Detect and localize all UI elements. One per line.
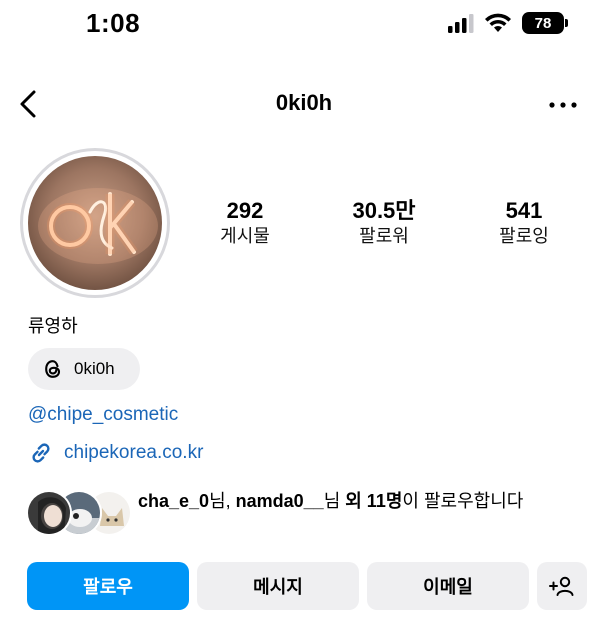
website-url: chipekorea.co.kr bbox=[64, 442, 204, 463]
followed-by-row[interactable]: cha_e_0님, namda0__님 외 11명이 팔로우합니다 bbox=[26, 488, 586, 544]
following-stat[interactable]: 541 팔로잉 bbox=[469, 198, 579, 248]
username-title: 0ki0h bbox=[275, 90, 333, 115]
mutual-others[interactable]: 외 11명 bbox=[345, 491, 402, 511]
display-name: 류영하 bbox=[28, 316, 78, 336]
mutual-avatar bbox=[26, 490, 72, 536]
posts-label: 게시물 bbox=[220, 226, 270, 246]
threads-handle: 0ki0h bbox=[74, 359, 115, 378]
link-icon bbox=[32, 443, 50, 463]
bio-mention-link[interactable]: @chipe_cosmetic bbox=[28, 404, 178, 426]
wifi-icon bbox=[485, 13, 511, 32]
followed-by-text: cha_e_0님, namda0__님 외 11명이 팔로우합니다 bbox=[138, 488, 588, 515]
message-button[interactable]: 메시지 bbox=[197, 562, 359, 610]
posts-count: 292 bbox=[226, 198, 264, 223]
mutual-followers-avatars bbox=[26, 490, 132, 538]
profile-header: 0ki0h bbox=[0, 80, 608, 130]
battery-level: 78 bbox=[534, 14, 552, 32]
followed-by-sep-2: 님 bbox=[323, 491, 346, 511]
follow-button[interactable]: 팔로우 bbox=[27, 562, 189, 610]
posts-stat[interactable]: 292 게시물 bbox=[190, 198, 300, 248]
status-bar: 1:08 78 bbox=[0, 0, 608, 50]
status-icons: 78 bbox=[448, 12, 568, 34]
mutual-user-2[interactable]: namda0__ bbox=[236, 491, 324, 511]
add-person-icon bbox=[549, 576, 574, 596]
following-label: 팔로잉 bbox=[499, 226, 549, 246]
mutual-user-1[interactable]: cha_e_0 bbox=[138, 491, 209, 511]
profile-actions: 팔로우 메시지 이메일 bbox=[27, 562, 587, 610]
threads-badge[interactable]: 0ki0h bbox=[28, 348, 140, 390]
threads-icon bbox=[45, 360, 61, 378]
suggested-people-button[interactable] bbox=[537, 562, 587, 610]
followers-stat[interactable]: 30.5만 팔로워 bbox=[329, 198, 439, 248]
profile-avatar-ring[interactable] bbox=[20, 148, 170, 298]
signal-icon bbox=[448, 14, 474, 33]
followed-by-tail: 이 팔로우합니다 bbox=[402, 491, 524, 511]
following-count: 541 bbox=[505, 198, 543, 223]
email-button[interactable]: 이메일 bbox=[367, 562, 529, 610]
followed-by-sep-1: 님, bbox=[209, 491, 236, 511]
more-options-button[interactable] bbox=[546, 88, 580, 122]
avatar-neon-sign-image bbox=[28, 156, 162, 290]
profile-avatar[interactable] bbox=[28, 156, 162, 290]
status-time: 1:08 bbox=[86, 8, 141, 38]
followers-count: 30.5만 bbox=[352, 198, 416, 223]
followers-label: 팔로워 bbox=[359, 226, 409, 246]
website-link[interactable]: chipekorea.co.kr bbox=[28, 440, 203, 466]
more-icon bbox=[549, 102, 577, 108]
battery-icon: 78 bbox=[522, 12, 568, 34]
